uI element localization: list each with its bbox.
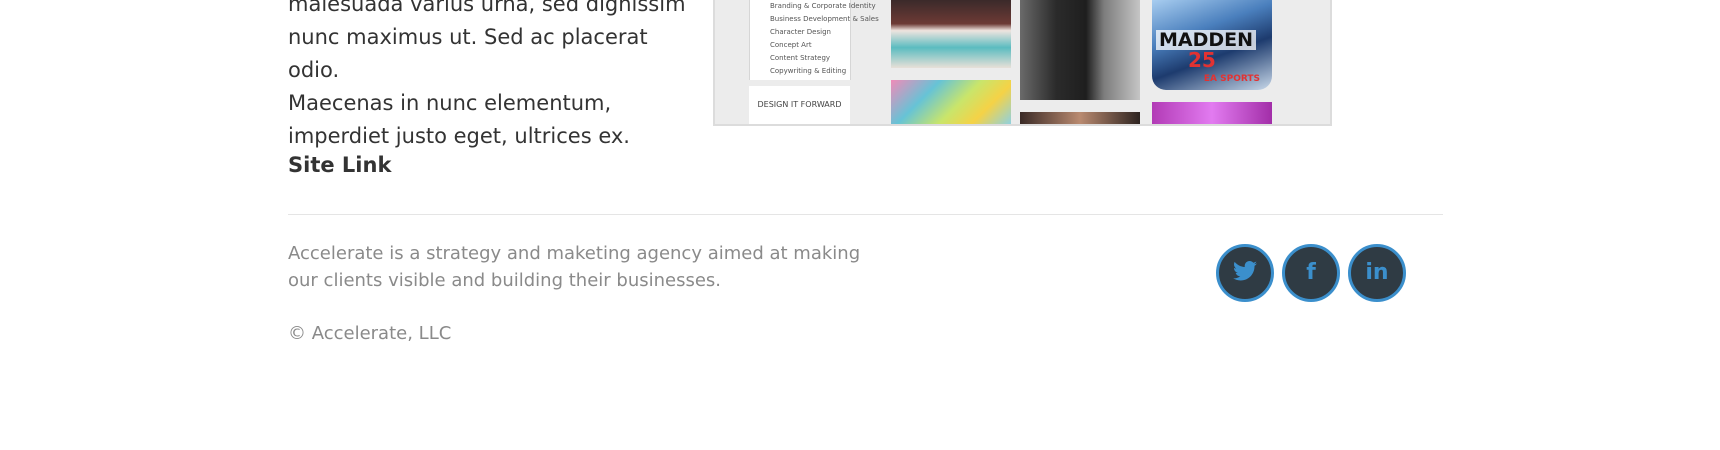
- portfolio-thumbnail: [1020, 0, 1140, 100]
- project-screenshot: Branding & Corporate Identity Business D…: [713, 0, 1332, 126]
- twitter-button[interactable]: [1216, 244, 1274, 302]
- twitter-icon: [1233, 261, 1257, 285]
- game-title: MADDEN: [1156, 30, 1257, 50]
- facebook-button[interactable]: f: [1282, 244, 1340, 302]
- description-line: Maecenas in nunc elementum,: [288, 91, 612, 115]
- game-cover-thumbnail: MADDEN 25 EA SPORTS: [1152, 0, 1272, 90]
- screenshot-nav-item: Character Design: [770, 28, 831, 36]
- game-number: 25: [1188, 48, 1216, 72]
- screenshot-nav-item: Concept Art: [770, 41, 812, 49]
- description-line: nunc maximus ut. Sed ac placerat odio.: [288, 25, 648, 82]
- page: malesuada varius urna, sed dignissim nun…: [0, 0, 1720, 450]
- facebook-icon: f: [1306, 260, 1316, 285]
- screenshot-nav-item: Business Development & Sales: [770, 15, 879, 23]
- site-link[interactable]: Site Link: [288, 153, 391, 177]
- footer-tagline: Accelerate is a strategy and maketing ag…: [288, 243, 861, 291]
- linkedin-icon: in: [1365, 260, 1389, 285]
- footer-copyright: © Accelerate, LLC: [288, 323, 452, 344]
- screenshot-nav-item: Branding & Corporate Identity: [770, 2, 876, 10]
- screenshot-nav-panel: Branding & Corporate Identity Business D…: [749, 0, 879, 80]
- description-line: malesuada varius urna, sed dignissim: [288, 0, 686, 16]
- description-line: imperdiet justo eget, ultrices ex.: [288, 124, 630, 148]
- screenshot-nav-item: Content Strategy: [770, 54, 831, 62]
- project-description: malesuada varius urna, sed dignissim nun…: [288, 0, 688, 153]
- portfolio-thumbnail: [891, 0, 1011, 68]
- linkedin-button[interactable]: in: [1348, 244, 1406, 302]
- publisher-logo: EA SPORTS: [1203, 74, 1260, 84]
- portfolio-thumbnail: [891, 80, 1011, 124]
- portfolio-thumbnail: [1020, 112, 1140, 124]
- footer-divider: [288, 214, 1443, 215]
- screenshot-nav-item: Copywriting & Editing: [770, 67, 847, 75]
- portfolio-thumbnail: [1152, 102, 1272, 124]
- screenshot-logo: DESIGN IT FORWARD: [749, 86, 850, 124]
